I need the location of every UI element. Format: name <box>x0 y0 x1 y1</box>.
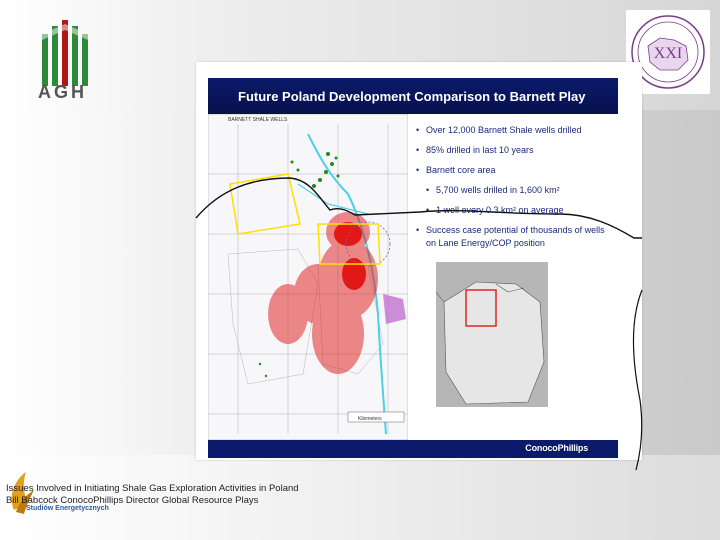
caption-line-1: Issues Involved in Initiating Shale Gas … <box>6 483 299 494</box>
bullet-item: Barnett core area <box>416 164 616 177</box>
map-scale-label: Kilometers <box>358 416 382 422</box>
barnett-wells-map: BARNETT SHALE WELLS Kilometers <box>208 114 408 440</box>
agh-logo-text: AGH <box>38 82 87 102</box>
footer-caption: Issues Involved in Initiating Shale Gas … <box>6 483 299 507</box>
poland-inset-map <box>436 262 548 407</box>
bullet-item: Over 12,000 Barnett Shale wells drilled <box>416 124 616 137</box>
slide-footer-bar: ConocoPhillips <box>208 440 618 458</box>
seal-label: XXI <box>654 45 682 62</box>
bullet-item: 85% drilled in last 10 years <box>416 144 616 157</box>
sub-bullet-item: 1 well every 0.3 km² on average <box>416 204 616 217</box>
embedded-slide: Future Poland Development Comparison to … <box>196 62 642 460</box>
slide-bullets: Over 12,000 Barnett Shale wells drilled … <box>416 124 616 257</box>
bullet-item: Success case potential of thousands of w… <box>416 224 616 250</box>
institute-name: Studiów Energetycznych <box>26 505 109 512</box>
sub-bullet-item: 5,700 wells drilled in 1,600 km² <box>416 184 616 197</box>
map-header: BARNETT SHALE WELLS <box>228 117 288 123</box>
slide-title: Future Poland Development Comparison to … <box>208 78 618 114</box>
conocophillips-brand: ConocoPhillips <box>525 443 588 453</box>
